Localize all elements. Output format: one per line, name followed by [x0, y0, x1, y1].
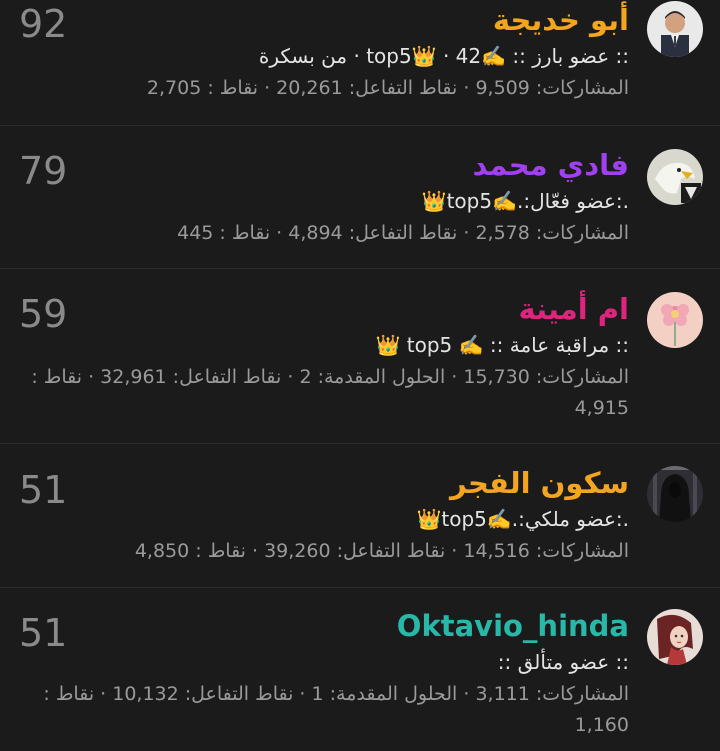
member-name[interactable]: فادي محمد — [18, 147, 629, 183]
member-title: :: عضو بارز :: ✍️top5👑 · 42 · من بسكرة — [258, 44, 629, 68]
avatar[interactable] — [647, 1, 703, 57]
list-item[interactable]: 92 أبو خديجة :: عضو بارز :: ✍️top5👑 · 42… — [0, 0, 720, 126]
member-stats: المشاركات: 2,578 · نقاط التفاعل: 4,894 ·… — [177, 222, 629, 244]
member-title: .:عضو فعّال:.✍️top5👑 — [421, 189, 629, 213]
member-name[interactable]: سكون الفجر — [18, 465, 629, 501]
member-stats: المشاركات: 3,111 · الحلول المقدمة: 1 · ن… — [43, 683, 629, 736]
user-photo-portrait-art-icon — [647, 609, 703, 665]
member-stats: المشاركات: 9,509 · نقاط التفاعل: 20,261 … — [146, 77, 629, 99]
member-name[interactable]: ام أمينة — [18, 291, 629, 327]
member-title: .:عضو ملكي:.✍️top5👑 — [416, 507, 629, 531]
member-name[interactable]: أبو خديجة — [18, 2, 629, 38]
list-item[interactable]: 79 فادي محمد .:عضو فعّال:.✍️top5👑 المشار… — [0, 126, 720, 269]
avatar[interactable] — [647, 466, 703, 522]
avatar[interactable] — [647, 149, 703, 205]
member-title: :: مراقبة عامة :: ✍️ top5 👑 — [375, 333, 630, 357]
list-item[interactable]: 51 سكون الفجر .:عضو ملكي:.✍️top5👑 المشار… — [0, 444, 720, 588]
user-photo-hooded-figure-icon — [647, 466, 703, 522]
avatar[interactable] — [647, 292, 703, 348]
list-item[interactable]: 51 Oktavio_hinda :: عضو متألق :: المشارك… — [0, 588, 720, 751]
member-stats: المشاركات: 14,516 · نقاط التفاعل: 39,260… — [134, 540, 629, 562]
member-stats: المشاركات: 15,730 · الحلول المقدمة: 2 · … — [31, 366, 629, 419]
members-list: 92 أبو خديجة :: عضو بارز :: ✍️top5👑 · 42… — [0, 0, 720, 751]
avatar[interactable] — [647, 609, 703, 665]
member-title: :: عضو متألق :: — [497, 650, 629, 674]
user-photo-man-suit-icon — [647, 1, 703, 57]
member-name[interactable]: Oktavio_hinda — [18, 608, 629, 644]
user-photo-eagle-icon — [647, 149, 703, 205]
user-photo-flower-icon — [647, 292, 703, 348]
list-item[interactable]: 59 ام أمينة :: مراقبة عامة :: ✍️ top5 👑 … — [0, 269, 720, 444]
